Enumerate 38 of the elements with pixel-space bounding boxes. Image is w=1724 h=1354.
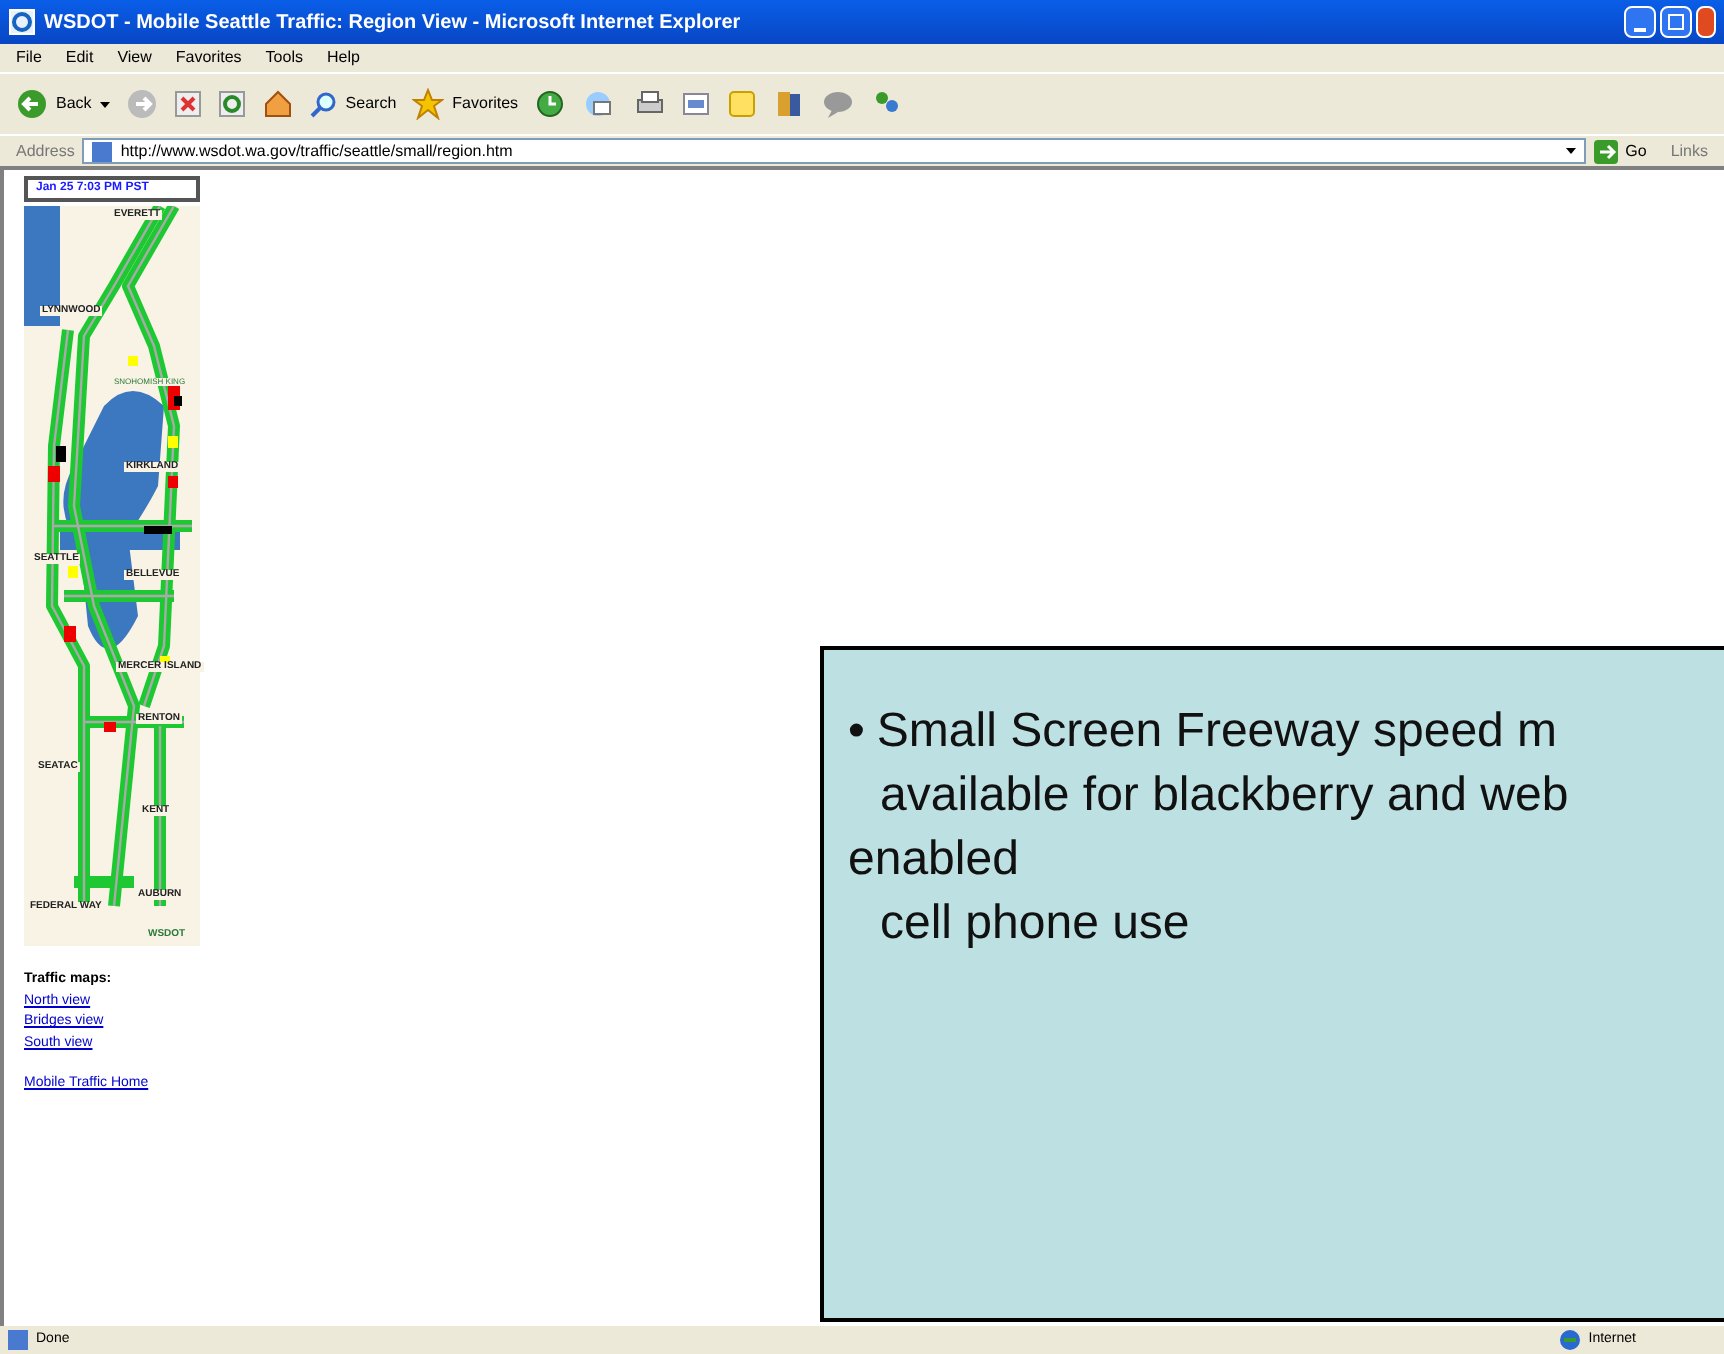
window-title: WSDOT - Mobile Seattle Traffic: Region View - Microsoft Internet Explorer	[44, 9, 741, 37]
menu-item[interactable]: File	[16, 46, 42, 70]
callout-text-line: available for blackberry and web	[878, 766, 1569, 826]
address-field[interactable]: http://www.wsdot.wa.gov/traffic/seattle/small/region.htm	[82, 138, 1586, 164]
search-button[interactable]: Search	[309, 90, 397, 118]
links-label[interactable]: Links	[1670, 139, 1708, 163]
search-icon	[309, 90, 338, 118]
favorites-button[interactable]: Favorites	[412, 88, 519, 120]
edit-button[interactable]	[682, 90, 711, 118]
menu-item[interactable]: Help	[326, 46, 360, 70]
caret-icon	[99, 101, 110, 107]
page-icon	[8, 1330, 28, 1350]
go-button[interactable]: Go	[1593, 139, 1647, 163]
minimize-button[interactable]	[1624, 6, 1656, 38]
address-label: Address	[16, 139, 75, 163]
discuss-button[interactable]	[822, 88, 855, 120]
menu-item[interactable]: View	[117, 46, 152, 70]
back-button[interactable]: Back	[16, 88, 110, 120]
refresh-button[interactable]	[217, 90, 246, 118]
close-button[interactable]	[1696, 6, 1716, 38]
page-icon	[92, 141, 113, 161]
menu-item[interactable]: Edit	[65, 46, 94, 70]
callout-text-line: Small Screen Freeway speed m	[876, 702, 1558, 762]
menu-item[interactable]: Favorites	[175, 46, 242, 70]
browser-icon	[8, 8, 36, 36]
caret-icon	[1565, 148, 1576, 154]
star-icon	[412, 88, 445, 120]
callout-text-line: enabled	[848, 830, 1019, 890]
history-button[interactable]	[534, 88, 567, 120]
minimize-icon	[1634, 28, 1646, 32]
menu-item[interactable]: Tools	[265, 46, 303, 70]
maximize-button[interactable]	[1660, 6, 1692, 38]
globe-icon	[1560, 1330, 1581, 1350]
home-button[interactable]	[261, 88, 294, 120]
bullet: •	[848, 702, 865, 762]
stop-button[interactable]	[173, 90, 202, 118]
maximize-icon	[1668, 14, 1684, 30]
callout-text-line: cell phone use	[878, 894, 1190, 954]
